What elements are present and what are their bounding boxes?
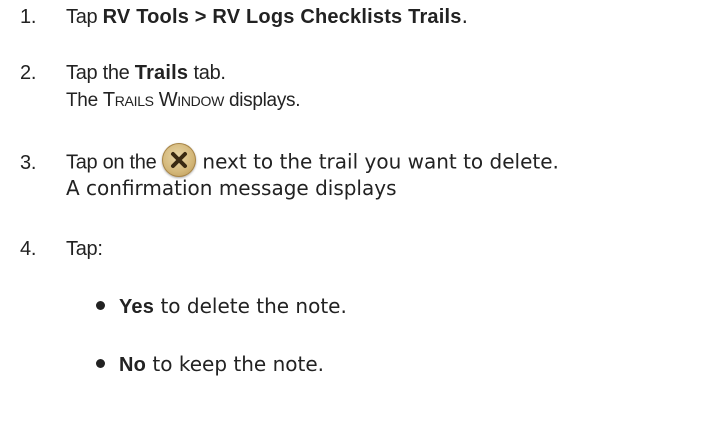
bullet-icon — [96, 301, 105, 310]
window-name-rest: RAILS — [114, 93, 154, 109]
delete-x-icon — [162, 143, 197, 177]
window-name-initial: T — [102, 89, 115, 111]
step-number: 2. — [20, 62, 37, 84]
step-number: 1. — [20, 6, 37, 28]
menu-path: RV Tools > RV Logs Checklists Trails — [102, 6, 462, 28]
step-text: Tap the — [66, 62, 135, 84]
tab-name: Trails — [134, 62, 189, 84]
result-suffix: displays. — [224, 90, 301, 111]
option-yes: Yes to delete the note. — [96, 292, 347, 321]
step-2-result: The TRAILS WINDOW displays. — [66, 86, 301, 115]
step-2: 2. Tap the Trails tab. — [20, 58, 226, 87]
step-text: Tap on the — [66, 151, 157, 174]
window-word-rest: INDOW — [177, 93, 224, 109]
step-suffix: tab. — [188, 62, 226, 84]
option-text: to delete the note. — [154, 294, 347, 318]
step-number: 3. — [20, 151, 37, 174]
step-text: Tap — [66, 6, 103, 28]
window-word-initial: W — [158, 89, 178, 111]
bullet-icon — [96, 359, 105, 368]
step-3-result: A confirmation message displays — [66, 176, 397, 200]
option-label: No — [119, 354, 147, 376]
step-1: 1. Tap RV Tools > RV Logs Checklists Trai… — [20, 2, 468, 31]
option-text: to keep the note. — [146, 352, 324, 376]
step-number: 4. — [20, 238, 37, 260]
step-4: 4. Tap: — [20, 234, 103, 263]
result-prefix: The — [66, 90, 103, 111]
option-no: No to keep the note. — [96, 350, 324, 379]
step-suffix: . — [461, 4, 468, 28]
step-text: Tap: — [66, 238, 103, 260]
option-label: Yes — [119, 296, 155, 318]
step-suffix: next to the trail you want to delete. — [202, 149, 559, 174]
